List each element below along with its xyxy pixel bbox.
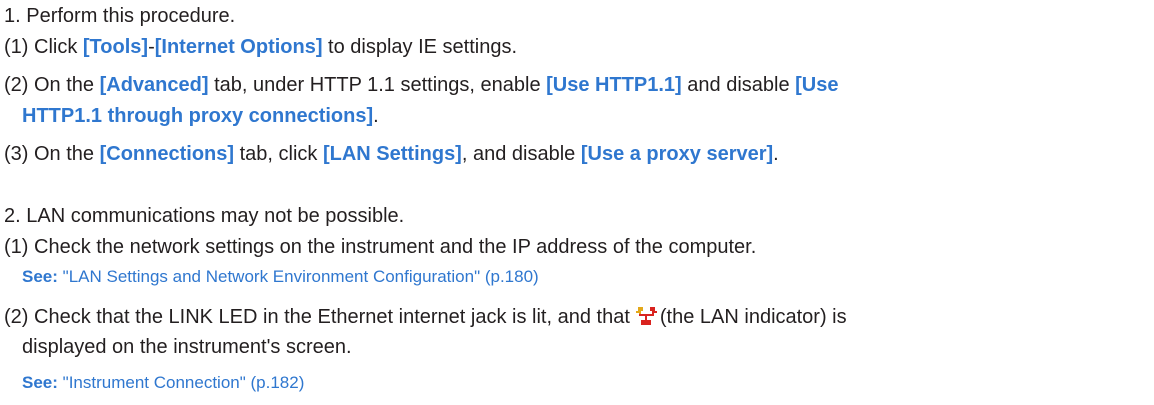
see-link-instrument-connection[interactable]: "Instrument Connection" (p.182) bbox=[63, 373, 305, 392]
section1-step2: (2) On the [Advanced] tab, under HTTP 1.… bbox=[4, 74, 839, 96]
section2-step2: (2) Check that the LINK LED in the Ether… bbox=[4, 305, 847, 332]
section1-step2-cont: HTTP1.1 through proxy connections]. bbox=[22, 105, 379, 127]
section1-step1: (1) Click [Tools]-[Internet Options] to … bbox=[4, 36, 518, 58]
section2-step1-see: See: "LAN Settings and Network Environme… bbox=[22, 265, 539, 289]
lan-settings-ref: [LAN Settings] bbox=[322, 143, 462, 165]
section2-step1: (1) Check the network settings on the in… bbox=[4, 236, 757, 258]
section2-heading: 2. LAN communications may not be possibl… bbox=[4, 205, 405, 227]
see-label: See: bbox=[22, 267, 58, 286]
use-http11-proxy-ref-part1: [Use bbox=[795, 74, 839, 96]
see-link-lan-settings[interactable]: "LAN Settings and Network Environment Co… bbox=[63, 267, 539, 286]
tools-menu-ref: [Tools] bbox=[82, 36, 149, 58]
section1-step3: (3) On the [Connections] tab, click [LAN… bbox=[4, 143, 779, 165]
internet-options-ref: [Internet Options] bbox=[154, 36, 323, 58]
section2-step2-cont: displayed on the instrument's screen. bbox=[22, 336, 352, 358]
use-http11-ref: [Use HTTP1.1] bbox=[546, 74, 682, 96]
section2-step2-see: See: "Instrument Connection" (p.182) bbox=[22, 371, 304, 395]
use-http11-proxy-ref-part2: HTTP1.1 through proxy connections] bbox=[22, 105, 374, 127]
use-proxy-server-ref: [Use a proxy server] bbox=[580, 143, 774, 165]
lan-indicator-icon bbox=[635, 306, 658, 332]
connections-tab-ref: [Connections] bbox=[99, 143, 235, 165]
advanced-tab-ref: [Advanced] bbox=[99, 74, 209, 96]
see-label: See: bbox=[22, 373, 58, 392]
section1-heading: 1. Perform this procedure. bbox=[4, 5, 236, 27]
